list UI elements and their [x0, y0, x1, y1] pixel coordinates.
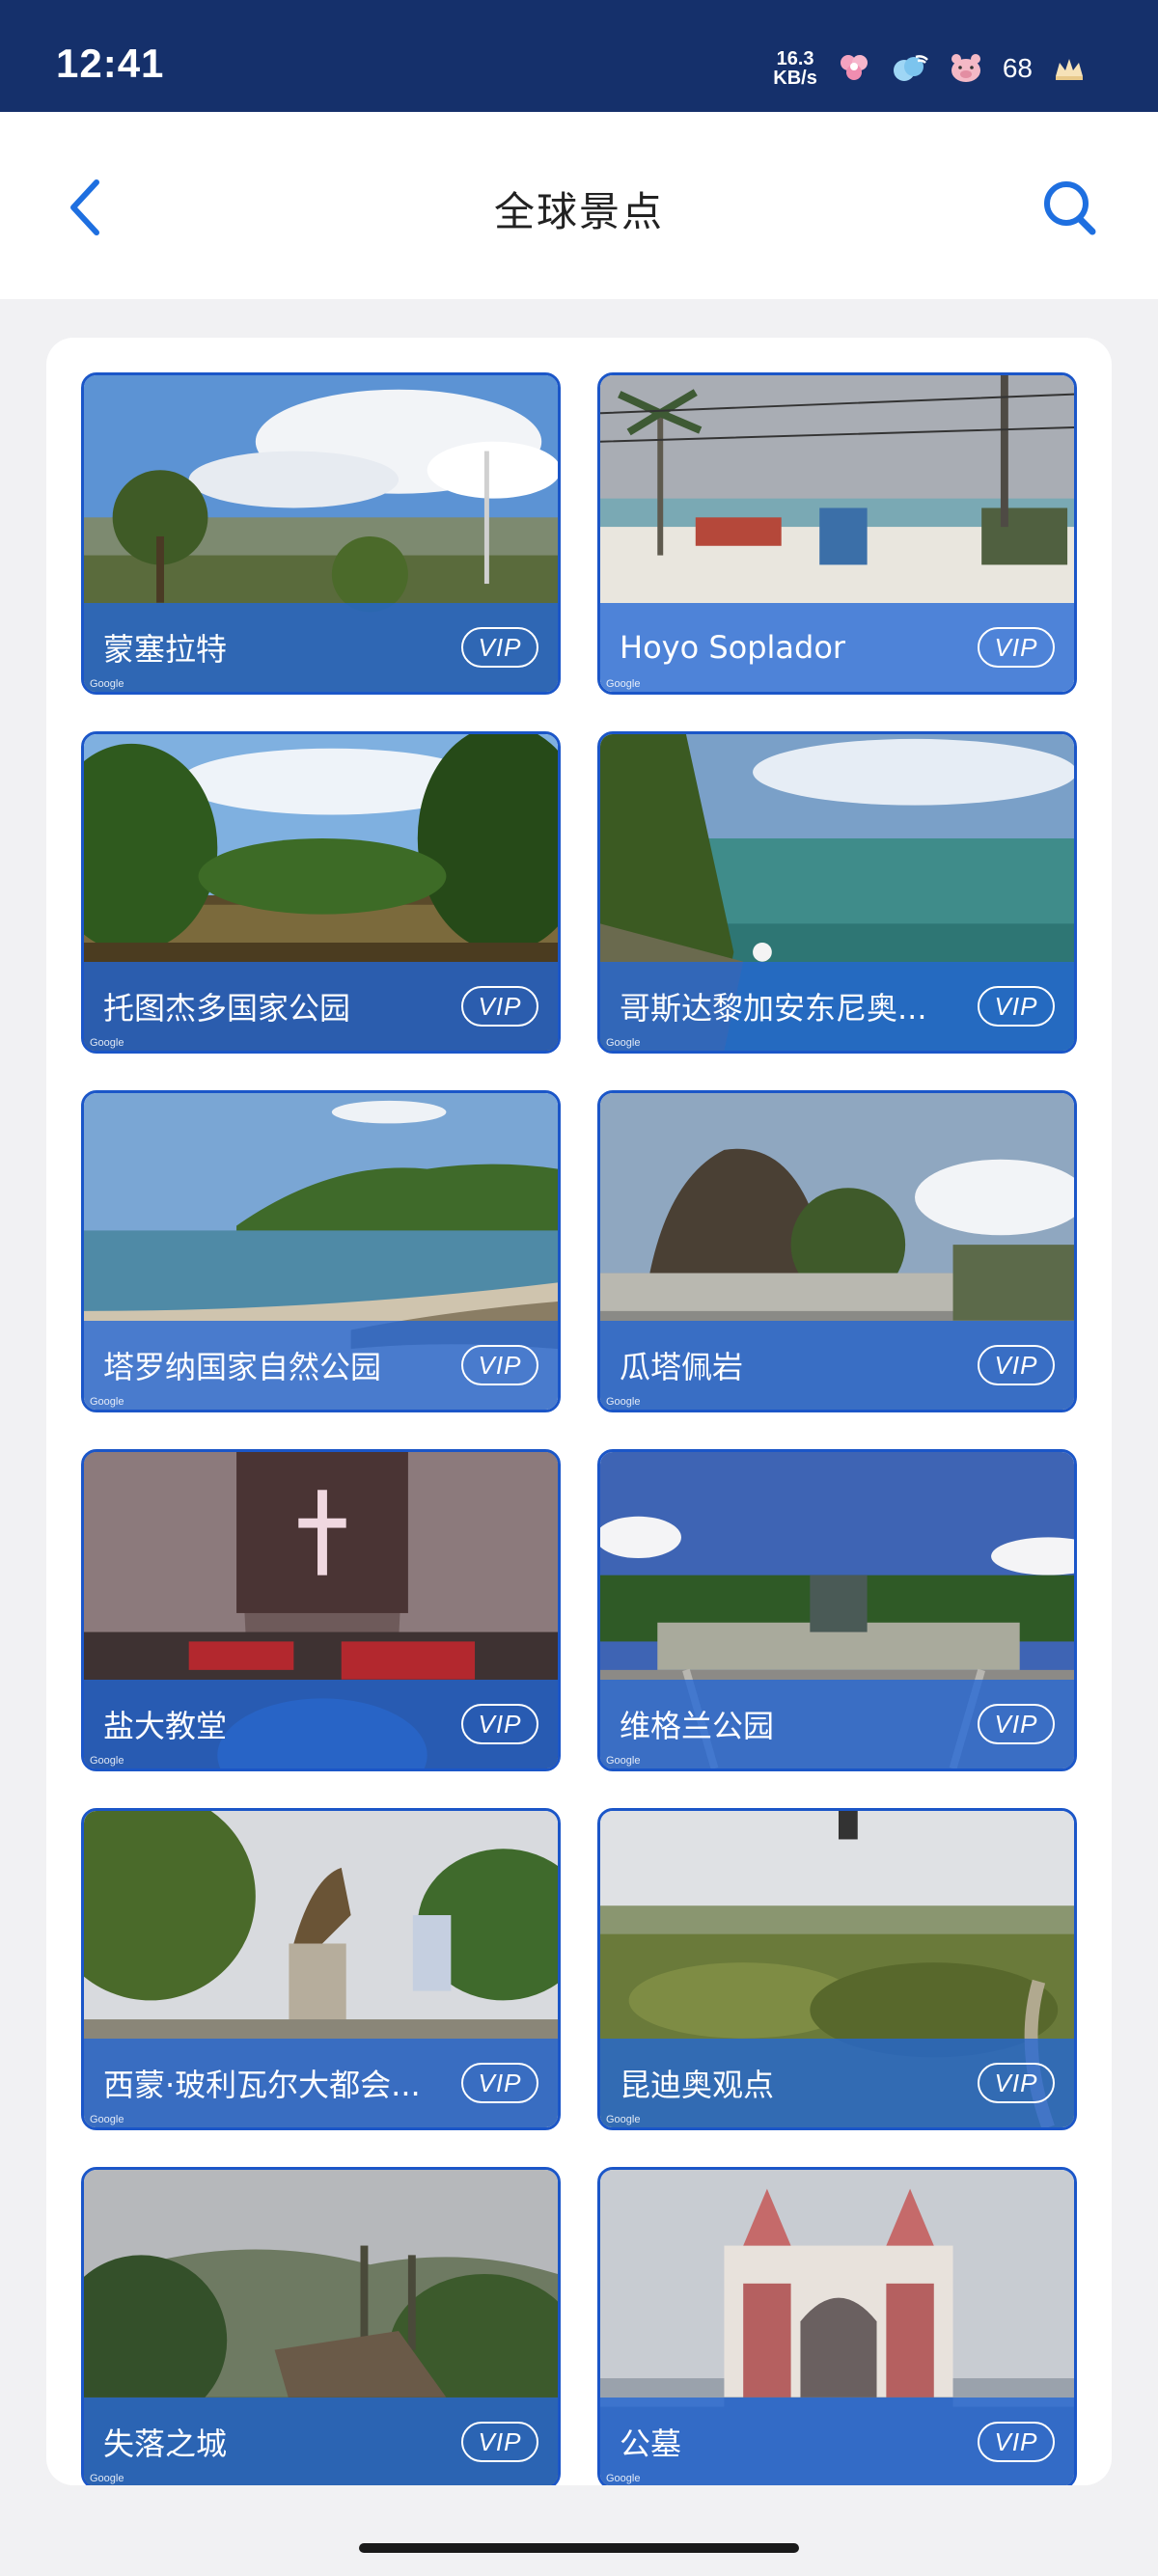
spot-card-footer: Hoyo Soplador VIP [600, 603, 1074, 692]
pig-icon [947, 49, 985, 88]
network-speed: 16.3 KB/s [773, 49, 817, 88]
vip-badge: VIP [461, 986, 538, 1027]
vip-badge: VIP [461, 2422, 538, 2462]
status-time: 12:41 [56, 41, 165, 86]
google-watermark: Google [90, 1037, 124, 1049]
spot-name: 哥斯达黎加安东尼奥... [620, 990, 927, 1027]
home-indicator[interactable] [359, 2543, 799, 2553]
spot-name: 蒙塞拉特 [103, 631, 228, 668]
flower-icon [835, 49, 873, 88]
spot-name: 托图杰多国家公园 [103, 990, 351, 1027]
spot-card-footer: 瓜塔佩岩 VIP [600, 1321, 1074, 1410]
google-watermark: Google [90, 678, 124, 690]
spot-card-footer: 西蒙·玻利瓦尔大都会... VIP [84, 2039, 558, 2127]
google-watermark: Google [606, 1396, 641, 1408]
page-title: 全球景点 [493, 188, 664, 235]
google-watermark: Google [606, 1037, 641, 1049]
vip-badge: VIP [461, 1704, 538, 1744]
spot-card-montserrat[interactable]: 蒙塞拉特 VIP Google [81, 372, 561, 695]
spot-card-cemetery[interactable]: 公墓 VIP Google [597, 2167, 1077, 2485]
vip-badge: VIP [461, 2063, 538, 2103]
search-icon [1044, 181, 1096, 235]
google-watermark: Google [90, 2473, 124, 2484]
spot-name: 维格兰公园 [620, 1708, 775, 1744]
google-watermark: Google [90, 1755, 124, 1767]
battery-level: 68 [1002, 53, 1033, 83]
spot-name: 塔罗纳国家自然公园 [103, 1349, 382, 1385]
google-watermark: Google [606, 1755, 641, 1767]
vip-badge: VIP [978, 627, 1055, 668]
spot-card-hoyo-soplador[interactable]: Hoyo Soplador VIP Google [597, 372, 1077, 695]
crown-icon [1050, 49, 1089, 88]
spot-card-footer: 盐大教堂 VIP [84, 1680, 558, 1768]
spot-card-tortuguero-national-park[interactable]: 托图杰多国家公园 VIP Google [81, 731, 561, 1054]
spot-card-vigeland-park[interactable]: 维格兰公园 VIP Google [597, 1449, 1077, 1771]
google-watermark: Google [90, 1396, 124, 1408]
spot-card-footer: 哥斯达黎加安东尼奥... VIP [600, 962, 1074, 1051]
spot-card-guatape-rock[interactable]: 瓜塔佩岩 VIP Google [597, 1090, 1077, 1412]
spot-card-footer: 公墓 VIP [600, 2398, 1074, 2485]
vip-badge: VIP [978, 2422, 1055, 2462]
google-watermark: Google [606, 2114, 641, 2125]
google-watermark: Google [90, 2114, 124, 2125]
vip-badge: VIP [978, 986, 1055, 1027]
google-watermark: Google [606, 678, 641, 690]
vip-badge: VIP [978, 1345, 1055, 1385]
navigation-bar: 全球景点 [0, 112, 1158, 299]
spot-name: 昆迪奥观点 [620, 2067, 775, 2103]
spot-card-tayrona-national-park[interactable]: 塔罗纳国家自然公园 VIP Google [81, 1090, 561, 1412]
vip-badge: VIP [978, 1704, 1055, 1744]
search-button[interactable] [1036, 174, 1104, 241]
spot-card-lost-city[interactable]: 失落之城 VIP Google [81, 2167, 561, 2485]
vip-badge: VIP [978, 2063, 1055, 2103]
network-speed-value: 16.3 [776, 48, 814, 69]
google-watermark: Google [606, 2473, 641, 2484]
spot-card-simon-bolivar-park[interactable]: 西蒙·玻利瓦尔大都会... VIP Google [81, 1808, 561, 2130]
status-bar: 12:41 16.3 KB/s 68 [0, 0, 1158, 112]
spot-card-footer: 塔罗纳国家自然公园 VIP [84, 1321, 558, 1410]
wifi-chat-icon [891, 49, 929, 88]
network-speed-unit: KB/s [773, 68, 817, 89]
spot-card-footer: 失落之城 VIP [84, 2398, 558, 2485]
spots-panel: 蒙塞拉特 VIP Google Hoyo Soplador VIP Google… [46, 338, 1112, 2485]
spot-card-footer: 蒙塞拉特 VIP [84, 603, 558, 692]
spot-name: Hoyo Soplador [620, 629, 846, 666]
status-icons: 16.3 KB/s 68 [773, 42, 1089, 95]
spot-card-salt-cathedral[interactable]: 盐大教堂 VIP Google [81, 1449, 561, 1771]
spot-name: 瓜塔佩岩 [620, 1349, 744, 1385]
spot-card-quindio-viewpoint[interactable]: 昆迪奥观点 VIP Google [597, 1808, 1077, 2130]
spot-name: 失落之城 [103, 2425, 228, 2462]
spot-card-footer: 托图杰多国家公园 VIP [84, 962, 558, 1051]
spots-grid: 蒙塞拉特 VIP Google Hoyo Soplador VIP Google… [81, 372, 1077, 2485]
vip-badge: VIP [461, 627, 538, 668]
vip-badge: VIP [461, 1345, 538, 1385]
spot-card-manuel-antonio[interactable]: 哥斯达黎加安东尼奥... VIP Google [597, 731, 1077, 1054]
spot-card-footer: 维格兰公园 VIP [600, 1680, 1074, 1768]
spot-name: 公墓 [620, 2425, 682, 2462]
spot-card-footer: 昆迪奥观点 VIP [600, 2039, 1074, 2127]
spot-name: 西蒙·玻利瓦尔大都会... [103, 2067, 421, 2103]
spot-name: 盐大教堂 [103, 1708, 228, 1744]
